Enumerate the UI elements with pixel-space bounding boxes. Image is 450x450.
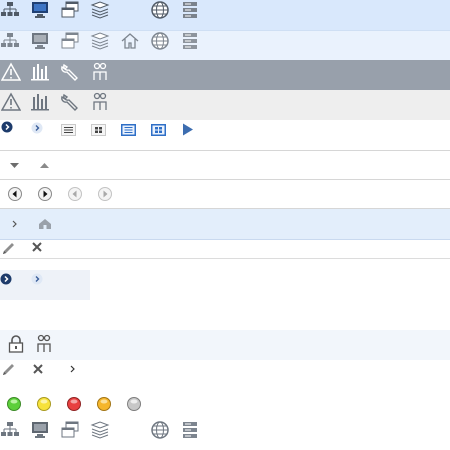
status-green-icon: [4, 394, 24, 414]
edit-actions-secondary: [0, 360, 450, 380]
status-gray-icon: [124, 394, 144, 414]
server-icon[interactable]: [180, 31, 200, 51]
status-yellow-icon: [34, 394, 54, 414]
security-bar: [0, 330, 450, 360]
bar-chart-icon[interactable]: [30, 62, 50, 82]
grid-view-active-icon[interactable]: [150, 123, 170, 143]
network-icon[interactable]: [0, 420, 20, 440]
pencil-icon[interactable]: [0, 360, 20, 380]
triangle-up-icon[interactable]: [35, 155, 55, 175]
toolbar-admin-light: [0, 90, 450, 120]
toolbar-network-bottom: [0, 420, 450, 450]
circle-arrow-right-light-icon[interactable]: [30, 120, 50, 140]
close-icon[interactable]: [30, 360, 50, 380]
users-icon[interactable]: [90, 92, 110, 112]
warning-icon[interactable]: [1, 62, 21, 82]
globe-icon[interactable]: [150, 420, 170, 440]
previous-circle-icon[interactable]: [5, 184, 25, 204]
circle-arrow-right-light-icon[interactable]: [30, 272, 50, 292]
nav-panel: [0, 270, 90, 300]
previous-circle-disabled-icon[interactable]: [65, 184, 85, 204]
status-orange-icon: [94, 394, 114, 414]
circle-arrow-right-icon[interactable]: [0, 272, 20, 292]
monitor-icon[interactable]: [30, 0, 50, 20]
sort-controls: [0, 151, 450, 179]
next-circle-icon[interactable]: [35, 184, 55, 204]
home-icon[interactable]: [35, 214, 55, 234]
chevron-right-icon[interactable]: [65, 360, 85, 380]
triangle-down-icon[interactable]: [5, 155, 25, 175]
stack-icon[interactable]: [90, 31, 110, 51]
toolbar-network-home: [0, 30, 450, 61]
lock-icon[interactable]: [6, 334, 26, 354]
close-icon[interactable]: [29, 239, 49, 259]
wrench-icon[interactable]: [60, 92, 80, 112]
status-red-icon: [64, 394, 84, 414]
users-icon[interactable]: [90, 62, 110, 82]
stack-icon[interactable]: [90, 0, 110, 20]
grid-view-icon[interactable]: [90, 123, 110, 143]
server-icon[interactable]: [180, 420, 200, 440]
pencil-icon[interactable]: [0, 239, 20, 259]
network-icon[interactable]: [0, 31, 20, 51]
next-circle-disabled-icon[interactable]: [95, 184, 115, 204]
windows-icon[interactable]: [60, 0, 80, 20]
windows-icon[interactable]: [60, 420, 80, 440]
bar-chart-icon[interactable]: [30, 92, 50, 112]
home-icon[interactable]: [120, 31, 140, 51]
list-view-icon[interactable]: [60, 123, 80, 143]
users-icon[interactable]: [34, 334, 54, 354]
toolbar-admin-dark: [0, 60, 450, 90]
stack-icon[interactable]: [90, 420, 110, 440]
windows-icon[interactable]: [60, 31, 80, 51]
list-view-active-icon[interactable]: [120, 123, 140, 143]
play-icon[interactable]: [180, 122, 200, 142]
network-icon[interactable]: [0, 0, 20, 20]
edit-actions: [0, 240, 450, 259]
monitor-icon[interactable]: [30, 31, 50, 51]
globe-icon[interactable]: [150, 31, 170, 51]
view-toolbar: [0, 120, 450, 150]
globe-icon[interactable]: [150, 0, 170, 20]
pager-controls: [0, 180, 450, 208]
monitor-icon[interactable]: [30, 420, 50, 440]
status-lights: [0, 394, 450, 416]
circle-arrow-right-icon[interactable]: [0, 120, 20, 140]
wrench-icon[interactable]: [60, 62, 80, 82]
toolbar-network: [0, 0, 450, 30]
warning-icon[interactable]: [1, 92, 21, 112]
breadcrumb: [0, 209, 450, 240]
server-icon[interactable]: [180, 0, 200, 20]
chevron-right-icon[interactable]: [5, 214, 25, 234]
